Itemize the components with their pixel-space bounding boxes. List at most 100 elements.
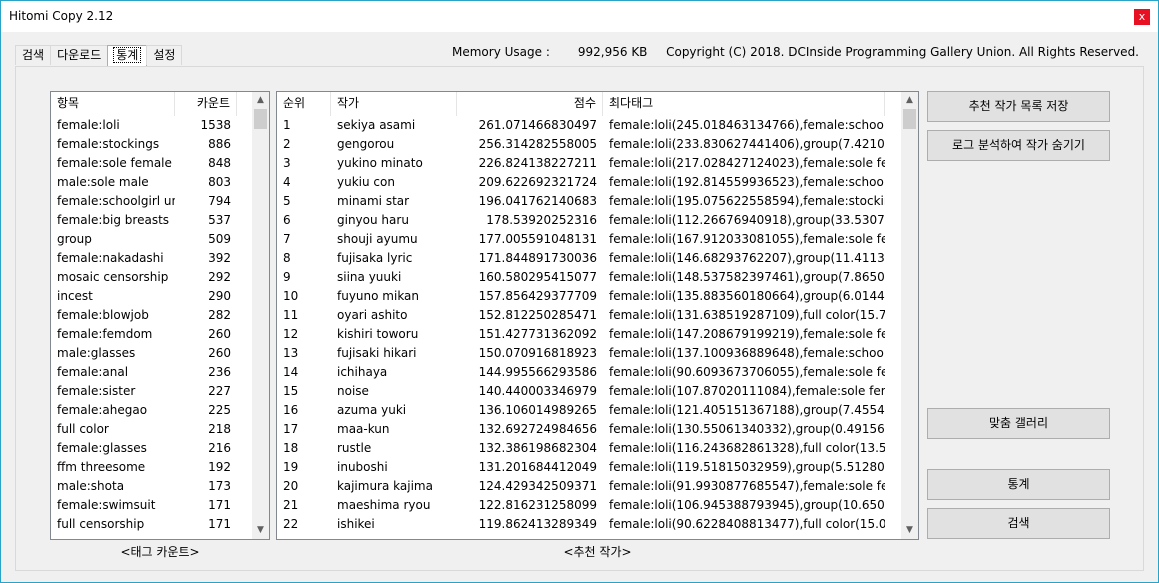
artist-name-cell: ishikei <box>337 517 375 531</box>
list-item[interactable]: female:femdom 260 <box>51 325 237 344</box>
scroll-thumb[interactable] <box>254 109 267 129</box>
hide-artists-by-log-button[interactable]: 로그 분석하여 작가 숨기기 <box>927 130 1110 161</box>
list-item[interactable]: 14 ichihaya 144.995566293586 female:loli(90… <box>277 363 885 382</box>
list-item[interactable]: 11 oyari ashito 152.812250285471 female:lol… <box>277 306 885 325</box>
list-item[interactable]: 3 yukino minato 226.824138227211 female:lol… <box>277 154 885 173</box>
list-item[interactable]: 13 fujisaki hikari 150.070916818923 female:… <box>277 344 885 363</box>
rank-cell: 22 <box>283 517 299 531</box>
list-item[interactable]: 22 ishikei 119.862413289349 female:loli(90.… <box>277 515 885 534</box>
list-item[interactable]: 18 rustle 132.386198682304 female:loli(116.… <box>277 439 885 458</box>
statistics-button[interactable]: 통계 <box>927 469 1110 500</box>
list-item[interactable]: 21 maeshima ryou 122.816231258099 female:lo… <box>277 496 885 515</box>
column-header-score[interactable]: 점수 <box>457 92 603 116</box>
score-cell: 209.622692321724 <box>478 175 597 189</box>
list-item[interactable]: female:sister 227 <box>51 382 237 401</box>
list-item[interactable]: 1 sekiya asami 261.071466830497 female:loli… <box>277 116 885 135</box>
list-item[interactable]: full color 218 <box>51 420 237 439</box>
list-item[interactable]: 15 noise 140.440003346979 female:loli(107.8… <box>277 382 885 401</box>
list-item[interactable]: ffm threesome 192 <box>51 458 237 477</box>
list-item[interactable]: 8 fujisaka lyric 171.844891730036 female:lo… <box>277 249 885 268</box>
tab-statistics[interactable]: 통계 <box>107 45 148 66</box>
list-item[interactable]: 10 fuyuno mikan 157.856429377709 female:lol… <box>277 287 885 306</box>
list-item[interactable]: 20 kajimura kajima 124.429342509371 female:… <box>277 477 885 496</box>
tag-name-cell: female:schoolgirl un... <box>57 194 175 208</box>
chevron-down-icon[interactable]: ▼ <box>252 522 269 539</box>
list-item[interactable]: 9 siina yuuki 160.580295415077 female:loli(… <box>277 268 885 287</box>
list-item[interactable]: female:loli 1538 <box>51 116 237 135</box>
list-item[interactable]: 16 azuma yuki 136.106014989265 female:loli(… <box>277 401 885 420</box>
title-bar: Hitomi Copy 2.12 x <box>1 1 1158 32</box>
list-item[interactable]: male:glasses 260 <box>51 344 237 363</box>
memory-usage: Memory Usage : 992,956 KB <box>452 45 647 59</box>
list-item[interactable]: female:blowjob 282 <box>51 306 237 325</box>
recommended-artist-list[interactable]: 순위 작가 점수 최다태그 1 sekiya asami 261.071466830… <box>276 91 919 540</box>
list-item[interactable]: 17 maa-kun 132.692724984656 female:loli(130… <box>277 420 885 439</box>
artist-name-cell: fujisaki hikari <box>337 346 417 360</box>
rank-cell: 9 <box>283 270 291 284</box>
artist-list-scrollbar[interactable]: ▲ ▼ <box>901 92 918 539</box>
top-tags-cell: female:loli(116.243682861328),full color… <box>609 441 885 455</box>
top-tags-cell: female:loli(195.075622558594),female:sto… <box>609 194 885 208</box>
list-item[interactable]: 12 kishiri toworu 151.427731362092 female:l… <box>277 325 885 344</box>
list-item[interactable]: male:shota 173 <box>51 477 237 496</box>
column-header-rank[interactable]: 순위 <box>277 92 331 116</box>
search-button[interactable]: 검색 <box>927 508 1110 539</box>
tab-download[interactable]: 다운로드 <box>50 45 109 65</box>
score-cell: 140.440003346979 <box>478 384 597 398</box>
list-item[interactable]: 19 inuboshi 131.201684412049 female:loli(11… <box>277 458 885 477</box>
close-button[interactable]: x <box>1134 9 1150 25</box>
tag-list-header: 항목 카운트 <box>51 92 237 116</box>
column-header-count[interactable]: 카운트 <box>175 92 237 116</box>
chevron-up-icon[interactable]: ▲ <box>252 92 269 109</box>
score-cell: 196.041762140683 <box>478 194 597 208</box>
chevron-up-icon[interactable]: ▲ <box>901 92 918 109</box>
list-item[interactable]: female:anal 236 <box>51 363 237 382</box>
scroll-thumb[interactable] <box>903 109 916 129</box>
chevron-down-icon[interactable]: ▼ <box>901 522 918 539</box>
list-item[interactable]: full censorship 171 <box>51 515 237 534</box>
list-item[interactable]: 7 shouji ayumu 177.005591048131 female:loli… <box>277 230 885 249</box>
score-cell: 256.314282558005 <box>478 137 597 151</box>
list-item[interactable]: mosaic censorship 292 <box>51 268 237 287</box>
artist-name-cell: ginyou haru <box>337 213 409 227</box>
tag-name-cell: female:anal <box>57 365 129 379</box>
top-tags-cell: female:loli(148.537582397461),group(7.86… <box>609 270 885 284</box>
column-header-artist[interactable]: 작가 <box>331 92 457 116</box>
tag-count-cell: 225 <box>208 403 231 417</box>
list-item[interactable]: female:swimsuit 171 <box>51 496 237 515</box>
tag-list-scrollbar[interactable]: ▲ ▼ <box>252 92 269 539</box>
score-cell: 144.995566293586 <box>478 365 597 379</box>
list-item[interactable]: 6 ginyou haru 178.53920252316 female:loli(1… <box>277 211 885 230</box>
list-item[interactable]: female:nakadashi 392 <box>51 249 237 268</box>
tab-search[interactable]: 검색 <box>15 45 52 65</box>
tag-name-cell: ffm threesome <box>57 460 146 474</box>
list-item[interactable]: male:sole male 803 <box>51 173 237 192</box>
tag-name-cell: female:swimsuit <box>57 498 156 512</box>
artist-name-cell: shouji ayumu <box>337 232 418 246</box>
list-item[interactable]: female:sole female 848 <box>51 154 237 173</box>
tag-name-cell: female:femdom <box>57 327 153 341</box>
list-item[interactable]: female:big breasts 537 <box>51 211 237 230</box>
list-item[interactable]: 4 yukiu con 209.622692321724 female:loli(19… <box>277 173 885 192</box>
column-header-top-tags[interactable]: 최다태그 <box>603 92 885 116</box>
column-header-item[interactable]: 항목 <box>51 92 175 116</box>
app-window: Hitomi Copy 2.12 x 검색 다운로드 통계 설정 Memory … <box>0 0 1159 583</box>
score-cell: 152.812250285471 <box>478 308 597 322</box>
save-recommended-list-button[interactable]: 추천 작가 목록 저장 <box>927 91 1110 122</box>
list-item[interactable]: female:stockings 886 <box>51 135 237 154</box>
list-item[interactable]: 2 gengorou 256.314282558005 female:loli(233… <box>277 135 885 154</box>
tab-settings[interactable]: 설정 <box>146 45 183 65</box>
score-cell: 157.856429377709 <box>478 289 597 303</box>
list-item[interactable]: female:glasses 216 <box>51 439 237 458</box>
tag-name-cell: mosaic censorship <box>57 270 169 284</box>
list-item[interactable]: female:schoolgirl un... 794 <box>51 192 237 211</box>
list-item[interactable]: female:ahegao 225 <box>51 401 237 420</box>
list-item[interactable]: 5 minami star 196.041762140683 female:loli(… <box>277 192 885 211</box>
list-item[interactable]: group 509 <box>51 230 237 249</box>
score-cell: 122.816231258099 <box>478 498 597 512</box>
top-tags-cell: female:loli(147.208679199219),female:sol… <box>609 327 885 341</box>
custom-gallery-button[interactable]: 맞춤 갤러리 <box>927 408 1110 439</box>
list-item[interactable]: incest 290 <box>51 287 237 306</box>
top-tags-cell: female:loli(119.51815032959),group(5.512… <box>609 460 885 474</box>
tag-count-list[interactable]: 항목 카운트 female:loli 1538 female:stockings 88… <box>50 91 270 540</box>
